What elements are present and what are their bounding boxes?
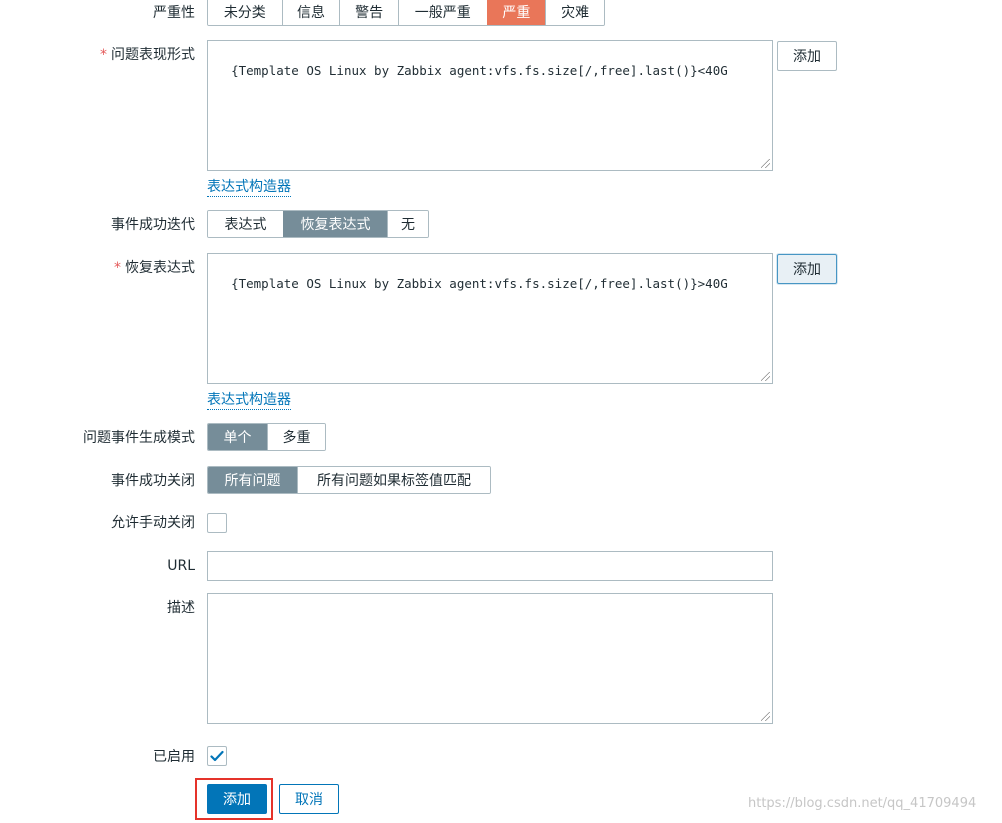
severity-average[interactable]: 一般严重 [398,0,487,25]
ok-event-closes-tag-match[interactable]: 所有问题如果标签值匹配 [297,467,490,493]
resize-grip-icon[interactable] [761,159,770,168]
resize-grip-icon[interactable] [761,372,770,381]
recovery-expression-label-text: 恢复表达式 [125,260,195,276]
recovery-expression-value: {Template OS Linux by Zabbix agent:vfs.f… [231,276,728,291]
add-button[interactable]: 添加 [207,784,267,814]
severity-not-classified[interactable]: 未分类 [208,0,282,25]
problem-expression-builder-link[interactable]: 表达式构造器 [207,178,291,197]
problem-expression-label: * 问题表现形式 [100,46,195,64]
problem-expression-add-button[interactable]: 添加 [777,41,837,71]
watermark: https://blog.csdn.net/qq_41709494 [748,796,977,811]
description-label: 描述 [167,600,195,616]
ok-event-closes-label: 事件成功关闭 [111,473,195,489]
enabled-checkbox[interactable] [207,746,227,766]
url-label: URL [167,558,195,574]
problem-expression-value: {Template OS Linux by Zabbix agent:vfs.f… [231,63,728,78]
resize-grip-icon[interactable] [761,712,770,721]
severity-high[interactable]: 严重 [486,0,546,25]
url-input[interactable] [207,551,773,581]
ok-event-expression-option[interactable]: 表达式 [208,211,283,237]
ok-event-generation-label: 事件成功迭代 [111,217,195,233]
problem-event-mode-single[interactable]: 单个 [208,424,267,450]
recovery-expression-textarea[interactable]: {Template OS Linux by Zabbix agent:vfs.f… [207,253,773,384]
ok-event-none-option[interactable]: 无 [387,211,428,237]
severity-label: 严重性 [153,5,195,21]
required-marker: * [100,47,107,63]
description-textarea[interactable] [207,593,773,724]
manual-close-label: 允许手动关闭 [111,515,195,531]
ok-event-generation-selector: 表达式 恢复表达式 无 [207,210,429,238]
ok-event-recovery-expression-option[interactable]: 恢复表达式 [283,211,387,237]
cancel-button[interactable]: 取消 [279,784,339,814]
recovery-expression-builder-link[interactable]: 表达式构造器 [207,391,291,410]
ok-event-closes-all-problems[interactable]: 所有问题 [208,467,297,493]
enabled-label: 已启用 [153,749,195,765]
problem-event-mode-selector: 单个 多重 [207,423,326,451]
problem-event-mode-label: 问题事件生成模式 [83,430,195,446]
checkmark-icon [210,750,224,762]
manual-close-checkbox[interactable] [207,513,227,533]
problem-expression-textarea[interactable]: {Template OS Linux by Zabbix agent:vfs.f… [207,40,773,171]
problem-expression-label-text: 问题表现形式 [111,47,195,63]
problem-event-mode-multiple[interactable]: 多重 [267,424,325,450]
recovery-expression-add-button[interactable]: 添加 [777,254,837,284]
required-marker: * [114,260,121,276]
severity-warning[interactable]: 警告 [339,0,399,25]
severity-information[interactable]: 信息 [281,0,340,25]
ok-event-closes-selector: 所有问题 所有问题如果标签值匹配 [207,466,491,494]
recovery-expression-label: * 恢复表达式 [114,259,195,277]
severity-selector: 未分类 信息 警告 一般严重 严重 灾难 [207,0,605,26]
severity-disaster[interactable]: 灾难 [545,0,604,25]
